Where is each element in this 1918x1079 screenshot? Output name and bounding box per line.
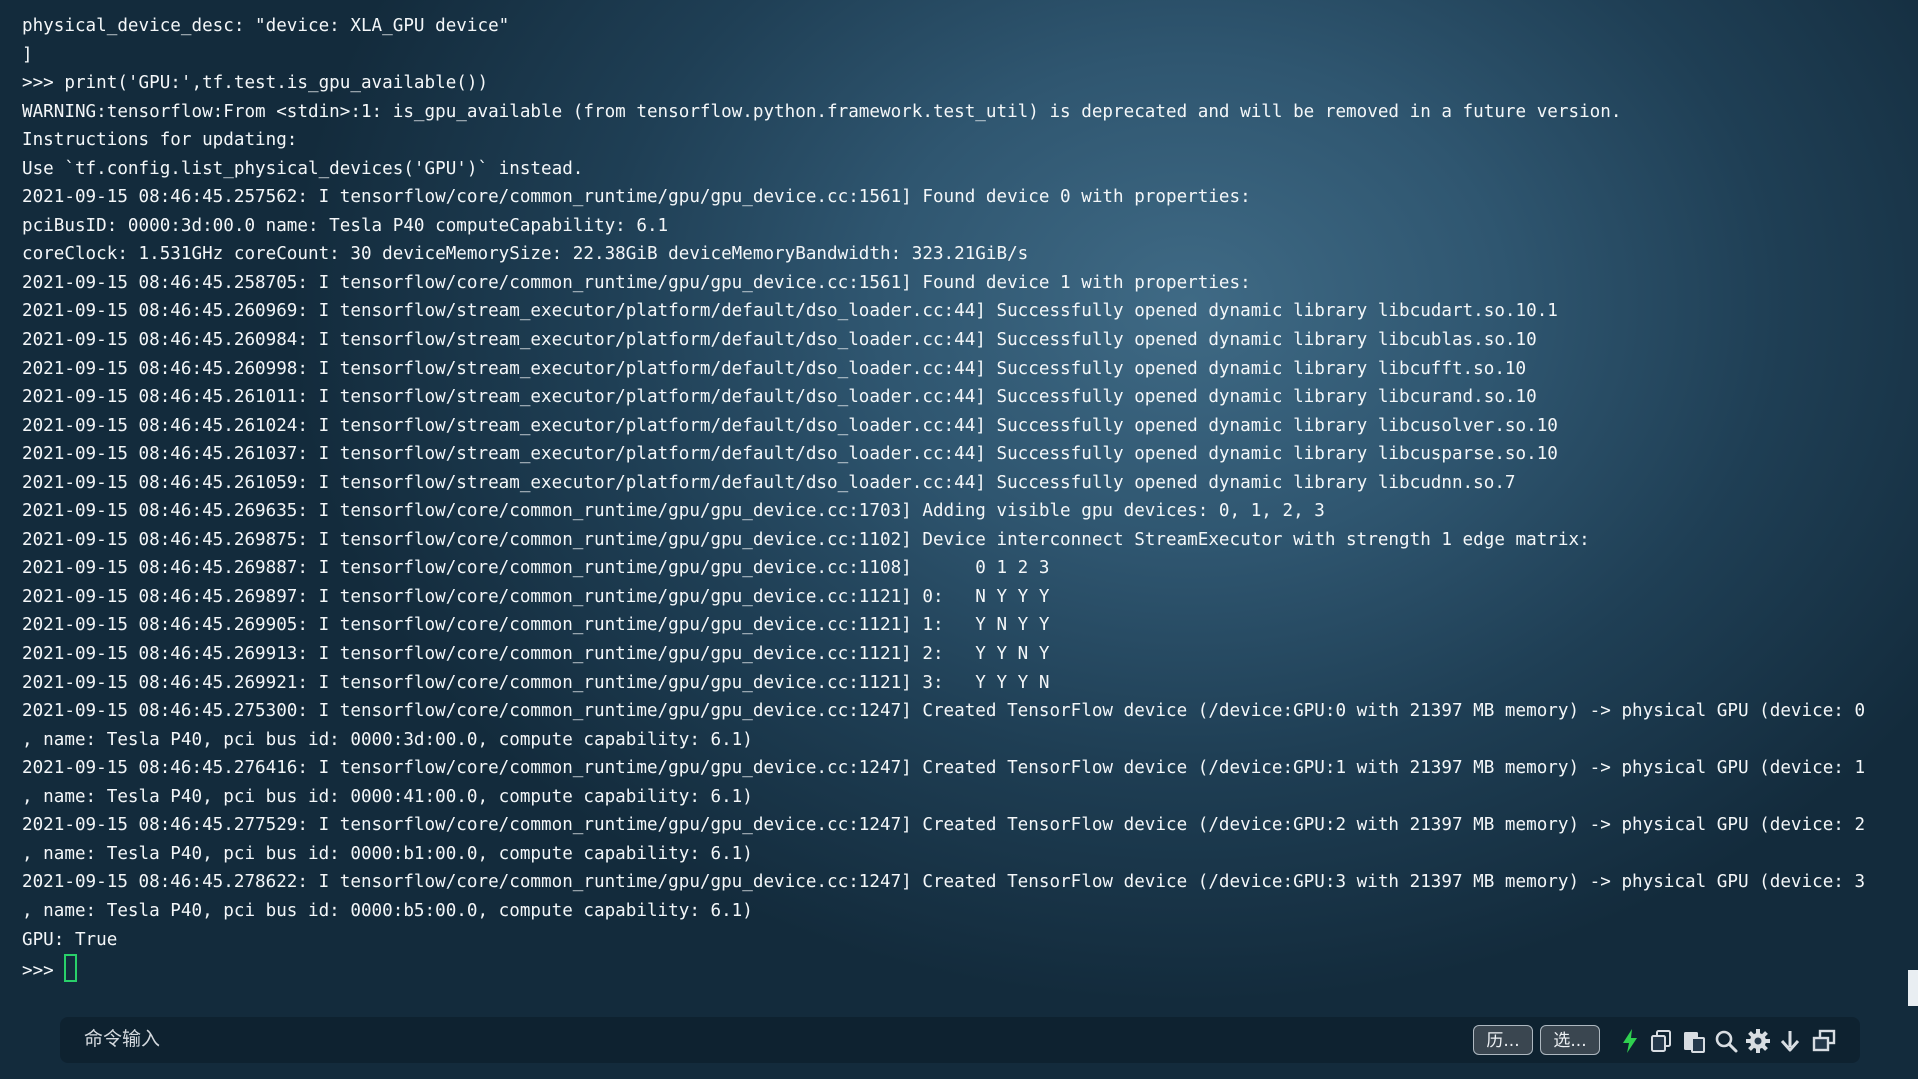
- gear-icon[interactable]: [1744, 1027, 1772, 1055]
- terminal-line: 2021-09-15 08:46:45.277529: I tensorflow…: [22, 815, 1866, 836]
- terminal-line: Instructions for updating:: [22, 130, 298, 151]
- terminal-line: >>> print('GPU:',tf.test.is_gpu_availabl…: [22, 73, 489, 94]
- terminal-line: 2021-09-15 08:46:45.269913: I tensorflow…: [22, 644, 1050, 665]
- terminal-line: 2021-09-15 08:46:45.260969: I tensorflow…: [22, 301, 1558, 322]
- terminal-line: Use `tf.config.list_physical_devices('GP…: [22, 158, 584, 179]
- terminal-line: 2021-09-15 08:46:45.260998: I tensorflow…: [22, 358, 1527, 379]
- terminal-line: GPU: True: [22, 929, 118, 950]
- terminal-line: 2021-09-15 08:46:45.278622: I tensorflow…: [22, 872, 1866, 893]
- cursor: [63, 954, 77, 982]
- options-button[interactable]: 选...: [1540, 1025, 1600, 1055]
- terminal-line: 2021-09-15 08:46:45.261037: I tensorflow…: [22, 444, 1558, 465]
- lightning-icon[interactable]: [1616, 1027, 1644, 1055]
- terminal-prompt-line[interactable]: >>>: [22, 954, 1892, 982]
- terminal-line: 2021-09-15 08:46:45.275300: I tensorflow…: [22, 701, 1866, 722]
- terminal-line: 2021-09-15 08:46:45.257562: I tensorflow…: [22, 187, 1251, 208]
- terminal-line: 2021-09-15 08:46:45.269887: I tensorflow…: [22, 558, 1050, 579]
- terminal-lines: physical_device_desc: "device: XLA_GPU d…: [22, 12, 1892, 954]
- terminal-line: , name: Tesla P40, pci bus id: 0000:3d:0…: [22, 729, 753, 750]
- download-icon[interactable]: [1776, 1027, 1804, 1055]
- terminal-line: 2021-09-15 08:46:45.269921: I tensorflow…: [22, 672, 1050, 693]
- terminal-line: 2021-09-15 08:46:45.261059: I tensorflow…: [22, 472, 1516, 493]
- terminal-line: ]: [22, 44, 33, 65]
- terminal-line: WARNING:tensorflow:From <stdin>:1: is_gp…: [22, 101, 1622, 122]
- terminal-line: pciBusID: 0000:3d:00.0 name: Tesla P40 c…: [22, 215, 669, 236]
- terminal-line: 2021-09-15 08:46:45.261024: I tensorflow…: [22, 415, 1558, 436]
- restore-window-icon[interactable]: [1810, 1027, 1838, 1055]
- history-button[interactable]: 历...: [1473, 1025, 1533, 1055]
- terminal-line: coreClock: 1.531GHz coreCount: 30 device…: [22, 244, 1029, 265]
- prompt: >>>: [22, 961, 54, 982]
- terminal-line: , name: Tesla P40, pci bus id: 0000:41:0…: [22, 786, 753, 807]
- terminal-line: physical_device_desc: "device: XLA_GPU d…: [22, 16, 510, 36]
- command-bar: 历... 选...: [60, 1017, 1860, 1063]
- terminal-line: 2021-09-15 08:46:45.269635: I tensorflow…: [22, 501, 1325, 522]
- terminal-line: 2021-09-15 08:46:45.269875: I tensorflow…: [22, 529, 1590, 550]
- copy-icon[interactable]: [1648, 1027, 1676, 1055]
- terminal-line: , name: Tesla P40, pci bus id: 0000:b5:0…: [22, 900, 753, 921]
- terminal-line: , name: Tesla P40, pci bus id: 0000:b1:0…: [22, 843, 753, 864]
- terminal-line: 2021-09-15 08:46:45.276416: I tensorflow…: [22, 758, 1866, 779]
- scrollbar-thumb[interactable]: [1908, 970, 1918, 1006]
- terminal-line: 2021-09-15 08:46:45.261011: I tensorflow…: [22, 387, 1537, 408]
- terminal-output[interactable]: physical_device_desc: "device: XLA_GPU d…: [22, 12, 1892, 982]
- terminal-line: 2021-09-15 08:46:45.269897: I tensorflow…: [22, 586, 1050, 607]
- command-input[interactable]: [70, 1023, 1398, 1057]
- paste-icon[interactable]: [1680, 1027, 1708, 1055]
- terminal-line: 2021-09-15 08:46:45.260984: I tensorflow…: [22, 330, 1537, 351]
- search-icon[interactable]: [1712, 1027, 1740, 1055]
- terminal-line: 2021-09-15 08:46:45.258705: I tensorflow…: [22, 272, 1251, 293]
- terminal-line: 2021-09-15 08:46:45.269905: I tensorflow…: [22, 615, 1050, 636]
